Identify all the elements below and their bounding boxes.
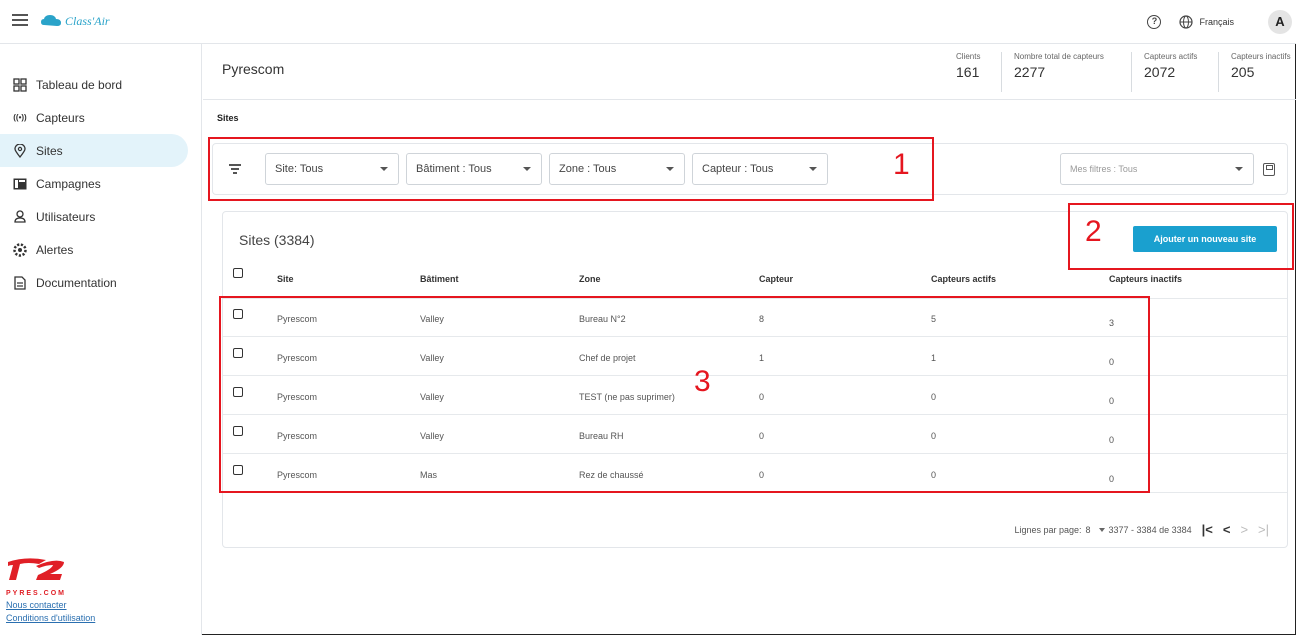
brand-block: PYRES.COM xyxy=(6,554,66,597)
top-bar: Class'Air ? Français A xyxy=(0,0,1296,44)
stat-active-sensors: Capteurs actifs 2072 xyxy=(1131,52,1197,92)
annotation-box-2 xyxy=(1068,203,1294,270)
save-filter-icon[interactable] xyxy=(1263,163,1275,176)
column-header-capteurs-inactifs[interactable]: Capteurs inactifs xyxy=(1109,274,1182,284)
sidebar-item-alertes[interactable]: Alertes xyxy=(0,233,188,266)
pagination: Lignes par page: 8 3377 - 3384 de 3384 |… xyxy=(1014,522,1269,537)
sensor-icon: ((•)) xyxy=(13,113,27,122)
language-selector[interactable]: Français xyxy=(1179,15,1234,29)
help-icon[interactable]: ? xyxy=(1147,15,1162,29)
contact-link[interactable]: Nous contacter xyxy=(6,600,67,610)
location-pin-icon xyxy=(12,143,28,159)
sidebar-item-capteurs[interactable]: ((•)) Capteurs xyxy=(0,101,188,134)
breadcrumb: Sites xyxy=(217,113,239,123)
sidebar-item-label: Alertes xyxy=(36,242,74,257)
last-page-icon[interactable]: >| xyxy=(1258,522,1269,537)
sidebar-item-label: Documentation xyxy=(36,275,117,290)
annotation-number-2: 2 xyxy=(1085,215,1102,248)
cloud-logo-icon xyxy=(41,15,61,26)
language-label: Français xyxy=(1199,17,1234,27)
stat-label: Nombre total de capteurs xyxy=(1014,52,1104,61)
stat-total-sensors: Nombre total de capteurs 2277 xyxy=(1001,52,1104,92)
chevron-down-icon[interactable] xyxy=(1098,527,1105,532)
sidebar-item-dashboard[interactable]: Tableau de bord xyxy=(0,68,188,101)
first-page-icon[interactable]: |< xyxy=(1202,522,1213,537)
stat-clients: Clients 161 xyxy=(944,52,980,92)
annotation-number-3: 3 xyxy=(694,365,711,398)
column-header-capteur[interactable]: Capteur xyxy=(759,274,793,284)
stat-label: Capteurs inactifs xyxy=(1231,52,1291,61)
sidebar-item-campagnes[interactable]: Campagnes xyxy=(0,167,188,200)
stat-label: Clients xyxy=(956,52,981,61)
stat-value: 205 xyxy=(1231,64,1255,80)
sidebar-item-utilisateurs[interactable]: Utilisateurs xyxy=(0,200,188,233)
user-avatar[interactable]: A xyxy=(1268,10,1292,34)
content-header: Pyrescom Clients 161 Nombre total de cap… xyxy=(203,44,1296,100)
rows-per-page-label: Lignes par page: xyxy=(1014,524,1082,535)
sidebar-item-label: Tableau de bord xyxy=(36,77,123,92)
campaign-icon xyxy=(12,176,28,192)
stat-label: Capteurs actifs xyxy=(1144,52,1198,61)
saved-filters-select[interactable]: Mes filtres : Tous xyxy=(1060,153,1254,185)
annotation-box-1 xyxy=(208,137,934,201)
brand-name: PYRES.COM xyxy=(6,590,67,597)
annotation-box-3 xyxy=(219,296,1150,493)
select-placeholder: Mes filtres : Tous xyxy=(1070,164,1138,174)
table-title: Sites (3384) xyxy=(239,232,315,248)
sidebar-item-documentation[interactable]: Documentation xyxy=(0,266,188,299)
sidebar-item-label: Sites xyxy=(36,143,63,158)
column-header-capteurs-actifs[interactable]: Capteurs actifs xyxy=(931,274,996,284)
stat-value: 161 xyxy=(956,64,980,80)
annotation-number-1: 1 xyxy=(893,148,910,181)
stat-value: 2072 xyxy=(1144,64,1176,80)
sidebar: Tableau de bord ((•)) Capteurs Sites Cam… xyxy=(0,44,202,635)
pyres-logo-icon xyxy=(8,558,64,580)
select-all-checkbox[interactable] xyxy=(233,268,243,278)
user-icon xyxy=(12,209,28,225)
logo-text: Class'Air xyxy=(65,13,110,28)
stat-value: 2277 xyxy=(1014,64,1046,80)
sidebar-item-sites[interactable]: Sites xyxy=(0,134,188,167)
hamburger-menu-icon[interactable] xyxy=(12,14,28,28)
stat-inactive-sensors: Capteurs inactifs 205 xyxy=(1218,52,1291,92)
column-header-zone[interactable]: Zone xyxy=(579,274,601,284)
previous-page-icon[interactable]: < xyxy=(1223,522,1231,537)
rows-per-page-value[interactable]: 8 xyxy=(1086,525,1091,535)
gear-alert-icon xyxy=(12,242,28,258)
dashboard-icon xyxy=(12,77,28,93)
terms-link[interactable]: Conditions d'utilisation xyxy=(6,613,95,623)
document-icon xyxy=(12,275,28,291)
column-header-batiment[interactable]: Bâtiment xyxy=(420,274,459,284)
page-range: 3377 - 3384 de 3384 xyxy=(1108,524,1192,535)
page-title: Pyrescom xyxy=(222,61,285,77)
column-header-site[interactable]: Site xyxy=(277,274,294,284)
chevron-down-icon xyxy=(1235,167,1243,171)
sidebar-item-label: Capteurs xyxy=(36,110,85,125)
app-logo[interactable]: Class'Air xyxy=(40,13,110,29)
sidebar-item-label: Campagnes xyxy=(36,176,101,191)
next-page-icon[interactable]: > xyxy=(1240,522,1248,537)
globe-icon xyxy=(1179,15,1194,29)
sidebar-item-label: Utilisateurs xyxy=(36,209,96,224)
